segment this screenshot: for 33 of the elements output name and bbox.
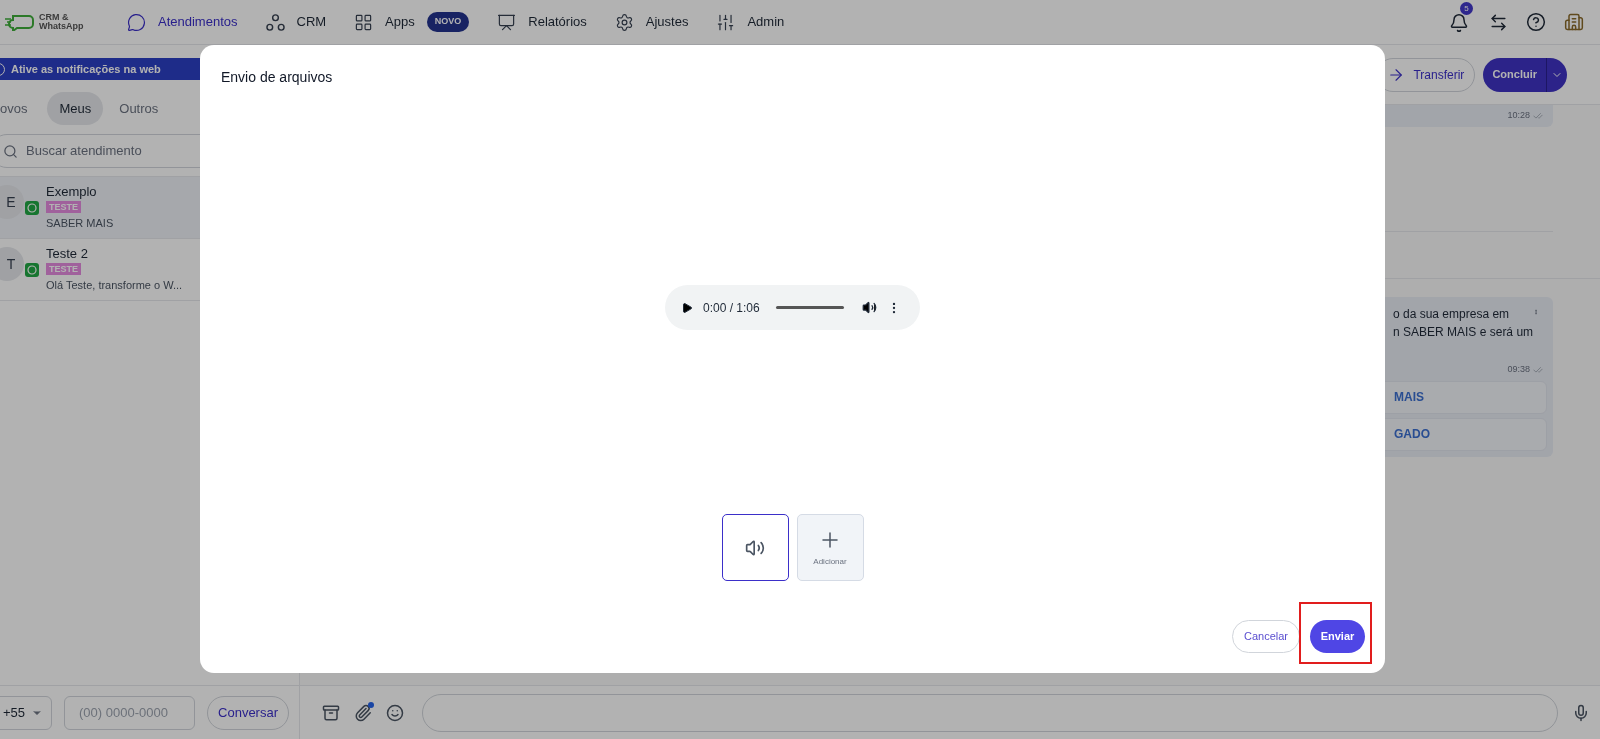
nav-tab[interactable]: Atendimentos (158, 12, 238, 32)
message-preview: SABER MAIS (46, 216, 114, 231)
nav-tab[interactable]: Ajustes (645, 12, 689, 32)
filter-tab[interactable]: Outros (107, 91, 171, 126)
phone-field[interactable]: (00) 0000-0000 (64, 695, 196, 730)
send-button[interactable]: Enviar (1310, 620, 1365, 653)
contact-name: Teste 2 (46, 246, 89, 262)
conclude-button[interactable]: Concluir (1483, 57, 1567, 92)
message-text: n SABER MAIS e será um (1393, 324, 1534, 341)
new-badge: NOVO (426, 12, 470, 32)
contact-name: Exemplo (46, 184, 98, 200)
audio-player[interactable]: 0:00 / 1:06 (665, 285, 920, 330)
tag: TESTE (46, 263, 81, 275)
message-preview: Olá Teste, transforme o W... (46, 278, 183, 293)
banner-text: Ative as notificações na web (11, 61, 161, 77)
nav-tab[interactable]: CRM (296, 12, 327, 32)
tag: TESTE (46, 201, 81, 213)
message-time: 09:38 (1507, 363, 1530, 376)
playback-time: 0:00 / 1:06 (703, 299, 760, 317)
filter-tab[interactable]: ovos (0, 91, 44, 126)
filter-tab[interactable]: Meus (47, 91, 104, 126)
add-file-button[interactable]: Adicionar (796, 514, 864, 581)
nav-tab[interactable]: Relatórios (528, 12, 587, 32)
avatar: E (0, 185, 24, 219)
logo-text: CRM & WhatsApp (39, 13, 84, 31)
nav-tab[interactable]: Admin (747, 12, 785, 32)
nav-tab[interactable]: Apps (385, 12, 415, 32)
avatar: T (0, 247, 24, 281)
dialog-title: Envio de arquivos (220, 68, 334, 87)
notification-count: 5 (1460, 2, 1473, 15)
country-code-select[interactable]: +55 (0, 695, 53, 730)
search-input[interactable]: Buscar atendimento (26, 141, 202, 161)
message-text: o da sua empresa em (1393, 306, 1511, 323)
